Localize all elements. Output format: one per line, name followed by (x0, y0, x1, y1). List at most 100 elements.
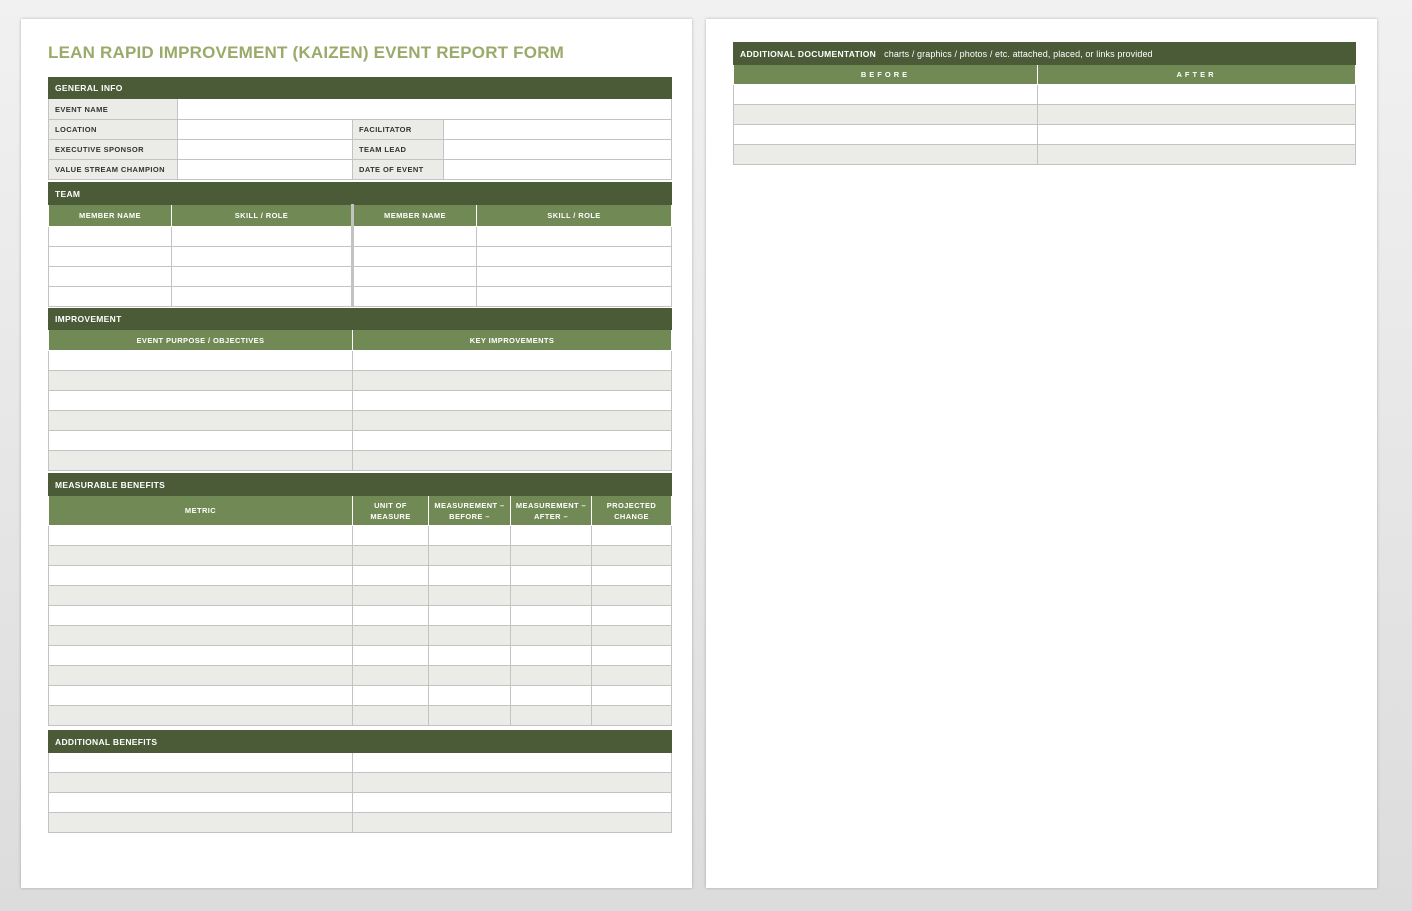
after-cell[interactable] (510, 685, 592, 706)
key-improvement-cell[interactable] (352, 410, 672, 431)
unit-cell[interactable] (352, 565, 429, 586)
unit-cell[interactable] (352, 705, 429, 726)
purpose-cell[interactable] (48, 390, 353, 411)
metric-cell[interactable] (48, 705, 353, 726)
after-cell[interactable] (1037, 124, 1356, 145)
benefit-cell[interactable] (48, 812, 353, 833)
benefit-cell[interactable] (351, 752, 673, 773)
skill-role-cell[interactable] (475, 226, 673, 247)
change-cell[interactable] (590, 605, 673, 626)
event-name-field[interactable] (176, 98, 673, 120)
key-improvement-cell[interactable] (352, 370, 672, 391)
metric-cell[interactable] (48, 685, 353, 706)
skill-role-cell[interactable] (475, 246, 673, 267)
skill-role-cell[interactable] (171, 226, 353, 247)
after-cell[interactable] (510, 605, 592, 626)
after-cell[interactable] (1037, 104, 1356, 125)
after-cell[interactable] (510, 565, 592, 586)
benefit-cell[interactable] (351, 772, 673, 793)
before-cell[interactable] (428, 545, 511, 566)
change-cell[interactable] (590, 665, 673, 686)
metric-cell[interactable] (48, 565, 353, 586)
skill-role-cell[interactable] (171, 246, 353, 267)
member-name-cell[interactable] (48, 226, 172, 247)
before-cell[interactable] (428, 625, 511, 646)
after-cell[interactable] (510, 625, 592, 646)
unit-cell[interactable] (352, 525, 429, 546)
key-improvement-cell[interactable] (352, 390, 672, 411)
skill-role-cell[interactable] (171, 266, 353, 287)
after-cell[interactable] (510, 525, 592, 546)
metric-cell[interactable] (48, 585, 353, 606)
skill-role-cell[interactable] (475, 266, 673, 287)
team-lead-field[interactable] (442, 139, 673, 160)
change-cell[interactable] (590, 625, 673, 646)
after-cell[interactable] (1037, 84, 1356, 105)
member-name-cell[interactable] (351, 246, 477, 267)
metric-cell[interactable] (48, 625, 353, 646)
member-name-cell[interactable] (48, 246, 172, 267)
purpose-cell[interactable] (48, 450, 353, 471)
after-cell[interactable] (510, 665, 592, 686)
before-cell[interactable] (428, 665, 511, 686)
change-cell[interactable] (590, 645, 673, 666)
before-cell[interactable] (733, 144, 1038, 165)
benefit-cell[interactable] (351, 812, 673, 833)
change-cell[interactable] (590, 545, 673, 566)
change-cell[interactable] (590, 585, 673, 606)
executive-sponsor-field[interactable] (177, 139, 353, 160)
before-cell[interactable] (428, 525, 511, 546)
unit-cell[interactable] (352, 665, 429, 686)
purpose-cell[interactable] (48, 350, 353, 371)
purpose-cell[interactable] (48, 410, 353, 431)
metric-cell[interactable] (48, 645, 353, 666)
change-cell[interactable] (590, 685, 673, 706)
member-name-cell[interactable] (48, 266, 172, 287)
change-cell[interactable] (590, 705, 673, 726)
purpose-cell[interactable] (48, 370, 353, 391)
unit-cell[interactable] (352, 645, 429, 666)
before-cell[interactable] (428, 585, 511, 606)
before-cell[interactable] (428, 705, 511, 726)
before-cell[interactable] (733, 124, 1038, 145)
benefit-cell[interactable] (48, 752, 353, 773)
unit-cell[interactable] (352, 625, 429, 646)
benefit-cell[interactable] (351, 792, 673, 813)
before-cell[interactable] (428, 645, 511, 666)
member-name-cell[interactable] (351, 266, 477, 287)
member-name-cell[interactable] (351, 226, 477, 247)
after-cell[interactable] (510, 705, 592, 726)
after-cell[interactable] (510, 645, 592, 666)
location-field[interactable] (177, 119, 353, 140)
purpose-cell[interactable] (48, 430, 353, 451)
before-cell[interactable] (428, 565, 511, 586)
change-cell[interactable] (590, 565, 673, 586)
key-improvement-cell[interactable] (352, 430, 672, 451)
after-cell[interactable] (510, 545, 592, 566)
value-stream-champion-field[interactable] (177, 159, 353, 180)
before-cell[interactable] (428, 685, 511, 706)
date-of-event-field[interactable] (442, 159, 673, 180)
unit-cell[interactable] (352, 605, 429, 626)
metric-cell[interactable] (48, 545, 353, 566)
benefit-cell[interactable] (48, 792, 353, 813)
metric-cell[interactable] (48, 525, 353, 546)
before-cell[interactable] (733, 104, 1038, 125)
member-name-cell[interactable] (48, 286, 172, 307)
after-cell[interactable] (1037, 144, 1356, 165)
skill-role-cell[interactable] (475, 286, 673, 307)
metric-cell[interactable] (48, 605, 353, 626)
unit-cell[interactable] (352, 685, 429, 706)
change-cell[interactable] (590, 525, 673, 546)
member-name-cell[interactable] (351, 286, 477, 307)
key-improvement-cell[interactable] (352, 350, 672, 371)
skill-role-cell[interactable] (171, 286, 353, 307)
facilitator-field[interactable] (442, 119, 673, 140)
before-cell[interactable] (428, 605, 511, 626)
before-cell[interactable] (733, 84, 1038, 105)
key-improvement-cell[interactable] (352, 450, 672, 471)
benefit-cell[interactable] (48, 772, 353, 793)
metric-cell[interactable] (48, 665, 353, 686)
unit-cell[interactable] (352, 585, 429, 606)
unit-cell[interactable] (352, 545, 429, 566)
